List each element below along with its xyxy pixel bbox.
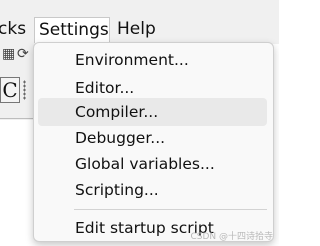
c-language-button[interactable]: C [0,77,20,103]
screen: cks Settings Help ▦ ⟳ C Environment... E… [0,0,279,246]
menubar-item-help[interactable]: Help [117,18,156,40]
menu-separator [74,209,267,210]
toolbar-icon-left[interactable]: ▦ [2,46,15,62]
menu-item-environment[interactable]: Environment... [38,46,267,74]
menubar-item-blocks[interactable]: cks [0,18,26,40]
settings-dropdown-menu: Environment... Editor... Compiler... Deb… [33,42,274,242]
menu-item-scripting[interactable]: Scripting... [38,176,267,204]
menu-item-debugger[interactable]: Debugger... [38,124,267,152]
menubar-item-settings[interactable]: Settings [34,17,110,43]
refresh-icon[interactable]: ⟳ [17,46,29,62]
toolbar-grip-handle[interactable] [23,80,26,100]
menubar: cks Settings Help [0,0,279,44]
menu-item-compiler[interactable]: Compiler... [38,98,267,126]
watermark: CSDN @十四诗拾寺 [190,232,273,242]
menu-item-global-variables[interactable]: Global variables... [38,150,267,178]
